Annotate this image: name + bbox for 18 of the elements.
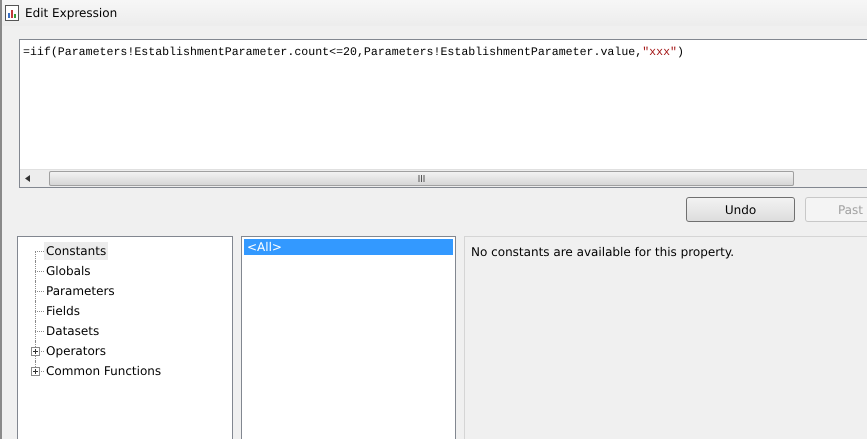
tree-item[interactable]: Parameters <box>44 282 117 300</box>
scroll-left-icon[interactable] <box>25 175 31 182</box>
horizontal-scrollbar[interactable] <box>20 169 867 187</box>
expand-icon[interactable] <box>31 367 40 376</box>
expression-editor[interactable]: =iif(Parameters!EstablishmentParameter.count<=20,Parameters!EstablishmentParameter.value,"xxx") <box>19 39 867 188</box>
expand-icon[interactable] <box>31 347 40 356</box>
expression-text: =iif(Parameters!EstablishmentParameter.count<=20,Parameters!EstablishmentParameter.value,"xxx") <box>22 45 685 61</box>
undo-button[interactable]: Undo <box>686 197 795 222</box>
scrollbar-thumb[interactable] <box>49 171 794 186</box>
tree-item[interactable]: Globals <box>44 262 93 280</box>
window-title: Edit Expression <box>25 6 118 20</box>
expression-icon <box>5 5 19 21</box>
tree-item[interactable]: Constants <box>44 242 108 260</box>
tree-item[interactable]: Datasets <box>44 322 102 340</box>
description-text: No constants are available for this property. <box>471 245 734 259</box>
tree-item[interactable]: Fields <box>44 302 82 320</box>
tree-item[interactable]: Common Functions <box>44 362 164 380</box>
tree-item[interactable]: Operators <box>44 342 108 360</box>
